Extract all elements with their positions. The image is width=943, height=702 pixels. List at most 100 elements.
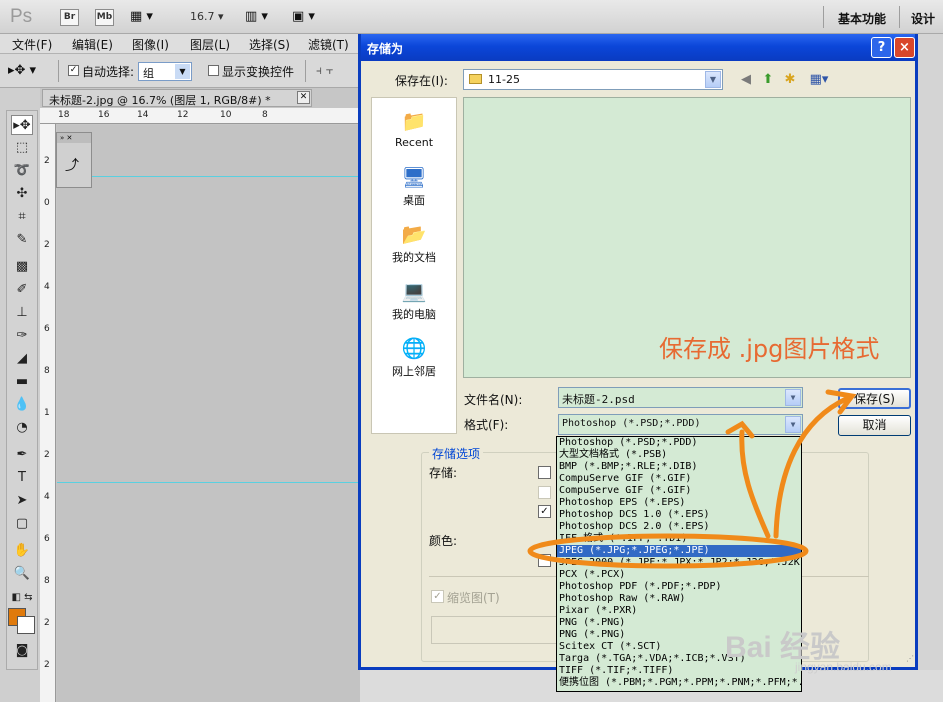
- format-option[interactable]: Photoshop PDF (*.PDF;*.PDP): [557, 581, 801, 593]
- menu-filter[interactable]: 滤镜(T): [308, 36, 349, 53]
- brush-tool-icon[interactable]: ✐: [11, 280, 33, 300]
- computer-icon: 💻: [401, 279, 427, 303]
- mini-bridge-button[interactable]: Mb: [95, 9, 114, 26]
- dodge-tool-icon[interactable]: ◔: [11, 418, 33, 438]
- bridge-button[interactable]: Br: [60, 9, 79, 26]
- dialog-titlebar[interactable]: 存储为 ? ×: [361, 34, 915, 61]
- zoom-tool-icon[interactable]: 🔍: [11, 564, 33, 584]
- auto-select-dropdown[interactable]: 组 ▼: [138, 62, 192, 81]
- save-button[interactable]: 保存(S): [838, 388, 911, 409]
- format-option[interactable]: JPEG 2000 (*.JPF;*.JPX;*.JP2;*.J2C;*.J2K…: [557, 557, 801, 569]
- toolbox: ▸✥ ⬚ ➰ ✣ ⌗ ✎ ▩ ✐ ⊥ ✑ ◢ ▬ 💧 ◔ ✒ T ➤ ▢ ✋ 🔍…: [6, 110, 38, 670]
- help-button[interactable]: ?: [871, 37, 892, 58]
- clone-stamp-tool-icon[interactable]: ⊥: [11, 303, 33, 323]
- format-option[interactable]: CompuServe GIF (*.GIF): [557, 485, 801, 497]
- hand-tool-icon[interactable]: ✋: [11, 541, 33, 561]
- application-bar: Ps Br Mb ▦ ▾ 16.7 ▾ ▥ ▾ ▣ ▾ 基本功能 设计: [0, 0, 943, 34]
- view-menu-icon[interactable]: ▦▾: [806, 72, 832, 88]
- resize-grip-icon[interactable]: ⋰: [906, 654, 918, 666]
- pen-tool-icon[interactable]: ✒: [11, 445, 33, 465]
- zoom-value: 16.7: [190, 10, 215, 23]
- view-extras-icon[interactable]: ▦ ▾: [130, 9, 153, 24]
- separator: [58, 60, 59, 82]
- blur-tool-icon[interactable]: 💧: [11, 395, 33, 415]
- eraser-tool-icon[interactable]: ◢: [11, 349, 33, 369]
- history-brush-tool-icon[interactable]: ✑: [11, 326, 33, 346]
- new-folder-icon[interactable]: ✱: [782, 72, 798, 88]
- show-transform-checkbox[interactable]: [208, 65, 219, 76]
- gradient-tool-icon[interactable]: ▬: [11, 372, 33, 392]
- history-panel-icon[interactable]: ⤴: [65, 155, 79, 175]
- up-folder-icon[interactable]: ⬆: [760, 72, 776, 88]
- crop-tool-icon[interactable]: ⌗: [11, 207, 33, 227]
- format-option[interactable]: IFF 格式 (*.IFF;*.TDI): [557, 533, 801, 545]
- place-my-documents[interactable]: 📂 我的文档: [372, 221, 456, 265]
- menu-file[interactable]: 文件(F): [12, 36, 52, 53]
- folder-icon: [469, 74, 482, 84]
- move-tool-preset-icon[interactable]: ▸✥ ▾: [8, 63, 36, 78]
- thumbnail-label: 缩览图(T): [447, 591, 500, 605]
- type-tool-icon[interactable]: T: [11, 468, 33, 488]
- close-button[interactable]: ×: [894, 37, 915, 58]
- menu-select[interactable]: 选择(S): [249, 36, 290, 53]
- format-option[interactable]: Pixar (*.PXR): [557, 605, 801, 617]
- place-label: 桌面: [403, 194, 425, 207]
- auto-select-checkbox[interactable]: ✓: [68, 65, 79, 76]
- place-label: 我的文档: [392, 251, 436, 264]
- place-my-computer[interactable]: 💻 我的电脑: [372, 278, 456, 322]
- arrange-documents-icon[interactable]: ▥ ▾: [245, 9, 268, 24]
- as-copy-checkbox[interactable]: [538, 466, 551, 479]
- place-desktop[interactable]: 🖥 桌面: [372, 164, 456, 208]
- format-option[interactable]: 大型文档格式 (*.PSB): [557, 449, 801, 461]
- move-tool-icon[interactable]: ▸✥: [11, 115, 33, 135]
- format-option[interactable]: Photoshop DCS 1.0 (*.EPS): [557, 509, 801, 521]
- screen-mode-icon[interactable]: ▣ ▾: [292, 9, 315, 24]
- format-option[interactable]: PCX (*.PCX): [557, 569, 801, 581]
- format-option[interactable]: 便携位图 (*.PBM;*.PGM;*.PPM;*.PNM;*.PFM;*.PA…: [557, 677, 801, 689]
- eyedropper-tool-icon[interactable]: ✎: [11, 230, 33, 250]
- workspace-design[interactable]: 设计: [911, 10, 935, 27]
- background-color-swatch[interactable]: [17, 616, 35, 634]
- document-tab[interactable]: 未标题-2.jpg @ 16.7% (图层 1, RGB/8#) *: [42, 89, 312, 107]
- chevron-down-icon: ▼: [785, 389, 801, 406]
- marquee-tool-icon[interactable]: ⬚: [11, 138, 33, 158]
- quick-mask-icon[interactable]: ◙: [11, 641, 33, 661]
- format-option[interactable]: Photoshop DCS 2.0 (*.EPS): [557, 521, 801, 533]
- zoom-level[interactable]: 16.7 ▾: [190, 10, 224, 23]
- path-selection-tool-icon[interactable]: ➤: [11, 491, 33, 511]
- align-icons[interactable]: ⫞ ⫟: [316, 63, 333, 78]
- auto-select-value: 组: [143, 67, 154, 80]
- menu-edit[interactable]: 编辑(E): [72, 36, 113, 53]
- layers-checkbox[interactable]: ✓: [538, 505, 551, 518]
- menu-image[interactable]: 图像(I): [132, 36, 169, 53]
- healing-brush-tool-icon[interactable]: ▩: [11, 257, 33, 277]
- cancel-button[interactable]: 取消: [838, 415, 911, 436]
- default-colors-icon[interactable]: ◧ ⇆: [11, 588, 33, 608]
- format-option[interactable]: BMP (*.BMP;*.RLE;*.DIB): [557, 461, 801, 473]
- save-in-dropdown[interactable]: 11-25 ▼: [463, 69, 723, 90]
- lasso-tool-icon[interactable]: ➰: [11, 161, 33, 181]
- color-label: 颜色:: [429, 534, 458, 548]
- place-recent[interactable]: 📁 Recent: [372, 108, 456, 149]
- menu-layer[interactable]: 图层(L): [190, 36, 230, 53]
- quick-select-tool-icon[interactable]: ✣: [11, 184, 33, 204]
- format-dropdown[interactable]: Photoshop (*.PSD;*.PDD) ▼: [558, 414, 803, 435]
- document-canvas[interactable]: [57, 125, 360, 702]
- close-document-icon[interactable]: ✕: [297, 91, 310, 104]
- format-option[interactable]: TIFF (*.TIF;*.TIFF): [557, 665, 801, 677]
- back-icon[interactable]: ◀: [738, 72, 754, 88]
- workspace-essentials[interactable]: 基本功能: [838, 10, 886, 27]
- shape-tool-icon[interactable]: ▢: [11, 514, 33, 534]
- format-option[interactable]: Photoshop (*.PSD;*.PDD): [557, 437, 801, 449]
- color-checkbox[interactable]: [538, 554, 551, 567]
- format-option[interactable]: Photoshop Raw (*.RAW): [557, 593, 801, 605]
- place-label: Recent: [394, 136, 434, 149]
- place-network[interactable]: 🌐 网上邻居: [372, 335, 456, 379]
- format-option[interactable]: Photoshop EPS (*.EPS): [557, 497, 801, 509]
- photoshop-logo: Ps: [10, 6, 33, 27]
- format-option-selected[interactable]: JPEG (*.JPG;*.JPEG;*.JPE): [557, 545, 801, 557]
- filename-input[interactable]: 未标题-2.psd ▼: [558, 387, 803, 408]
- format-option[interactable]: CompuServe GIF (*.GIF): [557, 473, 801, 485]
- panel-header[interactable]: » ✕: [57, 133, 91, 143]
- ruler-number: 6: [44, 324, 50, 334]
